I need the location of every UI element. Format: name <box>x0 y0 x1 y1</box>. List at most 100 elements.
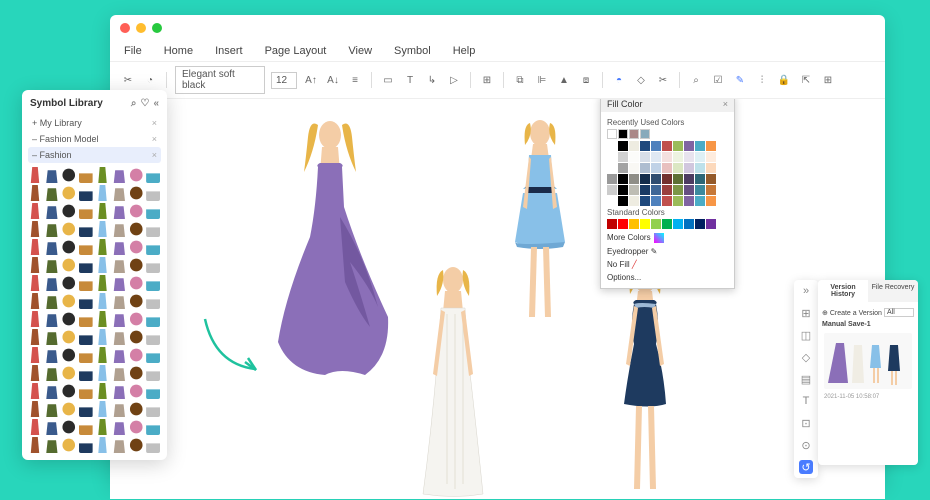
color-swatch[interactable] <box>607 129 617 139</box>
symbol-item[interactable] <box>28 293 42 309</box>
color-swatch[interactable] <box>673 219 683 229</box>
symbol-item[interactable] <box>146 401 160 417</box>
color-swatch[interactable] <box>640 219 650 229</box>
symbol-item[interactable] <box>45 221 59 237</box>
symbol-item[interactable] <box>129 293 143 309</box>
symbol-item[interactable] <box>62 275 76 291</box>
symbol-item[interactable] <box>62 167 76 183</box>
color-swatch[interactable] <box>629 141 639 151</box>
rectangle-tool-icon[interactable]: ▭ <box>380 72 396 88</box>
symbol-item[interactable] <box>96 221 110 237</box>
symbol-item[interactable] <box>28 311 42 327</box>
symbol-item[interactable] <box>28 329 42 345</box>
symbol-item[interactable] <box>146 185 160 201</box>
color-swatch[interactable] <box>651 141 661 151</box>
symbol-item[interactable] <box>28 167 42 183</box>
color-swatch[interactable] <box>684 174 694 184</box>
symbol-item[interactable] <box>112 311 126 327</box>
menu-page-layout[interactable]: Page Layout <box>265 45 327 57</box>
symbol-item[interactable] <box>28 437 42 453</box>
color-swatch[interactable] <box>640 163 650 173</box>
symbol-item[interactable] <box>45 257 59 273</box>
symbol-item[interactable] <box>45 419 59 435</box>
color-swatch[interactable] <box>706 163 716 173</box>
export-icon[interactable]: ⇱ <box>798 72 814 88</box>
color-swatch[interactable] <box>662 196 672 206</box>
color-swatch[interactable] <box>684 141 694 151</box>
symbol-item[interactable] <box>112 167 126 183</box>
color-swatch[interactable] <box>607 185 617 195</box>
symbol-item[interactable] <box>129 221 143 237</box>
group-icon[interactable]: ⧉ <box>512 72 528 88</box>
shape-icon[interactable]: ◇ <box>799 350 813 364</box>
symbol-item[interactable] <box>129 185 143 201</box>
color-swatch[interactable] <box>662 152 672 162</box>
color-swatch[interactable] <box>607 163 617 173</box>
symbol-item[interactable] <box>112 347 126 363</box>
symbol-item[interactable] <box>45 185 59 201</box>
color-swatch[interactable] <box>706 152 716 162</box>
connector-tool-icon[interactable]: ↳ <box>424 72 440 88</box>
symbol-item[interactable] <box>96 257 110 273</box>
symbol-item[interactable] <box>79 185 93 201</box>
history-icon[interactable]: ↺ <box>799 460 813 474</box>
symbol-item[interactable] <box>146 347 160 363</box>
symbol-item[interactable] <box>146 329 160 345</box>
symbol-item[interactable] <box>146 293 160 309</box>
favorite-library-icon[interactable]: ♡ <box>140 98 149 109</box>
color-swatch[interactable] <box>706 185 716 195</box>
shape-style-icon[interactable]: ◇ <box>633 72 649 88</box>
symbol-item[interactable] <box>146 311 160 327</box>
color-swatch[interactable] <box>706 219 716 229</box>
symbol-item[interactable] <box>79 221 93 237</box>
symbol-item[interactable] <box>129 275 143 291</box>
menu-file[interactable]: File <box>124 45 142 57</box>
symbol-item[interactable] <box>129 203 143 219</box>
more-icon[interactable]: ⊞ <box>820 72 836 88</box>
text-tool-icon[interactable]: T <box>402 72 418 88</box>
version-filter-select[interactable]: All <box>884 308 914 317</box>
symbol-item[interactable] <box>129 383 143 399</box>
color-swatch[interactable] <box>706 141 716 151</box>
color-swatch[interactable] <box>684 219 694 229</box>
canvas[interactable]: Fill Color × Recently Used Colors Standa… <box>110 99 885 499</box>
comment-icon[interactable]: ⊙ <box>799 438 813 452</box>
symbol-item[interactable] <box>146 221 160 237</box>
color-swatch[interactable] <box>607 219 617 229</box>
color-swatch[interactable] <box>640 129 650 139</box>
symbol-item[interactable] <box>79 257 93 273</box>
color-swatch[interactable] <box>607 141 617 151</box>
color-swatch[interactable] <box>618 185 628 195</box>
symbol-item[interactable] <box>96 347 110 363</box>
arrange-icon[interactable]: ⧈ <box>578 72 594 88</box>
symbol-item[interactable] <box>146 257 160 273</box>
symbol-item[interactable] <box>79 239 93 255</box>
symbol-item[interactable] <box>112 437 126 453</box>
color-swatch[interactable] <box>651 152 661 162</box>
cut-icon[interactable]: ✂ <box>120 72 136 88</box>
symbol-item[interactable] <box>129 329 143 345</box>
symbol-item[interactable] <box>129 419 143 435</box>
color-swatch[interactable] <box>618 152 628 162</box>
pen-color-icon[interactable]: ✎ <box>732 72 748 88</box>
theme-icon[interactable]: ◫ <box>799 328 813 342</box>
search-library-icon[interactable]: ⌕ <box>131 98 137 109</box>
symbol-item[interactable] <box>79 401 93 417</box>
color-swatch[interactable] <box>629 152 639 162</box>
symbol-item[interactable] <box>112 239 126 255</box>
symbol-item[interactable] <box>79 311 93 327</box>
symbol-item[interactable] <box>129 167 143 183</box>
search-icon[interactable]: ⌕ <box>688 72 704 88</box>
symbol-item[interactable] <box>146 239 160 255</box>
symbol-item[interactable] <box>79 347 93 363</box>
symbol-item[interactable] <box>28 347 42 363</box>
model-navy-dress[interactable] <box>600 264 690 499</box>
color-swatch[interactable] <box>618 141 628 151</box>
color-swatch[interactable] <box>651 185 661 195</box>
eyedropper-option[interactable]: Eyedropper ✎ <box>607 245 728 258</box>
lock-icon[interactable]: 🔒 <box>776 72 792 88</box>
symbol-item[interactable] <box>45 167 59 183</box>
expand-icon[interactable]: » <box>799 284 813 298</box>
symbol-item[interactable] <box>79 275 93 291</box>
version-name[interactable]: Manual Save-1 <box>822 319 914 330</box>
